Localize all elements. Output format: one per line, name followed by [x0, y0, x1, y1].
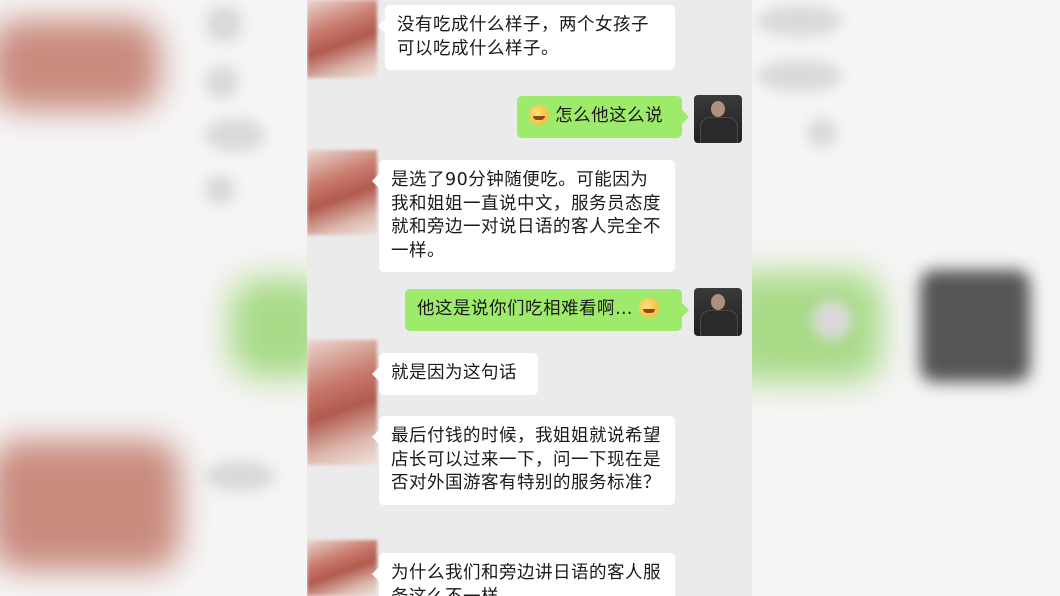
blurred-text-shape: [205, 65, 239, 99]
blurred-emoji-shape: [812, 300, 852, 340]
message-text: 为什么我们和旁边讲日语的客人服务这么不一样: [391, 563, 661, 596]
outgoing-message[interactable]: 他这是说你们吃相难看啊…: [405, 289, 689, 331]
blurred-text-shape: [205, 460, 275, 492]
contact-avatar[interactable]: [307, 0, 377, 78]
contact-avatar[interactable]: [307, 340, 377, 465]
blurred-background-right: [752, 0, 1060, 596]
avatar-coat: [700, 117, 738, 143]
message-text: 没有吃成什么样子，两个女孩子可以吃成什么样子。: [397, 15, 649, 59]
incoming-message[interactable]: 没有吃成什么样子，两个女孩子可以吃成什么样子。: [378, 5, 675, 70]
blurred-text-shape: [757, 5, 842, 37]
incoming-message[interactable]: 最后付钱的时候，我姐姐就说希望店长可以过来一下，问一下现在是否对外国游客有特别的…: [372, 416, 675, 505]
incoming-message[interactable]: 就是因为这句话: [372, 353, 538, 395]
blurred-text-shape: [205, 175, 235, 205]
user-avatar[interactable]: [694, 288, 742, 336]
user-avatar[interactable]: [694, 95, 742, 143]
message-text: 就是因为这句话: [391, 363, 517, 383]
blurred-text-shape: [205, 5, 243, 43]
message-text: 他这是说你们吃相难看啊…: [417, 299, 633, 319]
avatar-face: [711, 101, 725, 117]
blurred-avatar-shape: [0, 440, 180, 570]
avatar-face: [711, 294, 725, 310]
chat-conversation[interactable]: 没有吃成什么样子，两个女孩子可以吃成什么样子。 怎么他这么说 是选了90分钟随便…: [307, 0, 752, 596]
blurred-bubble-shape: [230, 278, 307, 378]
contact-avatar[interactable]: [307, 540, 377, 596]
contact-avatar[interactable]: [307, 150, 377, 235]
outgoing-message[interactable]: 怎么他这么说: [517, 96, 689, 138]
avatar-coat: [700, 310, 738, 336]
blurred-text-shape: [205, 118, 265, 152]
incoming-message[interactable]: 为什么我们和旁边讲日语的客人服务这么不一样: [372, 553, 675, 596]
blurred-avatar-shape: [920, 270, 1030, 382]
blurred-avatar-shape: [0, 20, 160, 110]
message-text: 是选了90分钟随便吃。可能因为我和姐姐一直说中文，服务员态度就和旁边一对说日语的…: [391, 170, 661, 261]
incoming-message[interactable]: 是选了90分钟随便吃。可能因为我和姐姐一直说中文，服务员态度就和旁边一对说日语的…: [372, 160, 675, 272]
message-text: 最后付钱的时候，我姐姐就说希望店长可以过来一下，问一下现在是否对外国游客有特别的…: [391, 426, 661, 493]
blurred-text-shape: [807, 118, 837, 148]
sweat-smile-emoji: [529, 105, 549, 125]
sweat-smile-emoji: [639, 298, 660, 318]
message-text: 怎么他这么说: [555, 106, 664, 126]
blurred-text-shape: [757, 60, 842, 92]
blurred-background-left: [0, 0, 307, 596]
